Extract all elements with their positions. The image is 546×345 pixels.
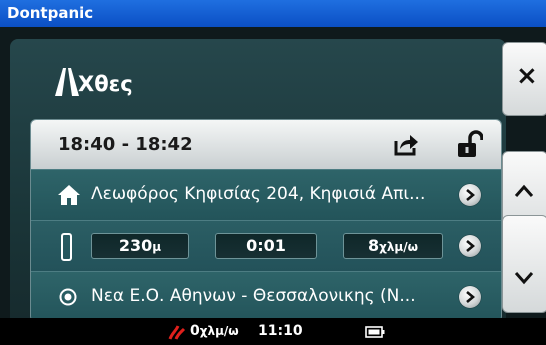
distance-unit: μ (152, 240, 162, 254)
route-bar-icon (61, 233, 72, 261)
window-title-bar: Dontpanic (0, 0, 546, 27)
trip-card-header: 18:40 - 18:42 (31, 120, 501, 169)
duration-stat: 0:01 (215, 233, 317, 259)
status-speed-unit: χλμ/ω (199, 324, 239, 338)
home-icon (58, 185, 80, 205)
close-button[interactable]: × (502, 42, 546, 116)
trip-stats-row[interactable]: 230μ 0:01 8χλμ/ω (31, 220, 501, 271)
unlock-icon[interactable] (457, 130, 483, 158)
chevron-right-icon (466, 189, 475, 201)
status-clock: 11:10 (258, 323, 303, 339)
close-icon: × (516, 61, 538, 91)
trip-destination-row[interactable]: Νεα Ε.Ο. Αθηνων - Θεσσαλονικης (Ν... (31, 271, 501, 321)
panel-title: Χθες (78, 72, 133, 96)
status-speed-value: 0 (190, 323, 200, 339)
stats-details-button[interactable] (459, 235, 481, 257)
speed-unit: χλμ/ω (379, 240, 419, 254)
origin-details-button[interactable] (459, 184, 481, 206)
chevron-right-icon (466, 240, 475, 252)
target-icon (59, 288, 77, 306)
battery-icon (365, 326, 385, 338)
up-chevron-icon (514, 184, 534, 197)
down-chevron-icon (514, 272, 534, 285)
status-speed: 0χλμ/ω (190, 318, 239, 345)
status-bar: 0χλμ/ω 11:10 (0, 318, 546, 345)
chevron-right-icon (466, 291, 475, 303)
trip-origin-row[interactable]: Λεωφόρος Κηφισίας 204, Κηφισιά Απι... (31, 169, 501, 220)
trip-card: 18:40 - 18:42 Λεωφόρος Κηφισίας 204, Κηφ… (30, 119, 502, 322)
distance-stat: 230μ (91, 233, 189, 259)
trip-destination-label: Νεα Ε.Ο. Αθηνων - Θεσσαλονικης (Ν... (91, 286, 416, 306)
trip-origin-label: Λεωφόρος Κηφισίας 204, Κηφισιά Απι... (91, 184, 426, 204)
scroll-down-button[interactable] (502, 215, 546, 313)
distance-value: 230 (118, 236, 153, 255)
speed-icon (168, 325, 186, 340)
trips-panel: Χθες 18:40 - 18:42 Λεωφόρος Κηφισίας 204… (10, 39, 506, 337)
speed-stat: 8χλμ/ω (343, 233, 443, 259)
speed-value: 8 (367, 236, 380, 255)
destination-details-button[interactable] (459, 286, 481, 308)
trip-time-range: 18:40 - 18:42 (58, 134, 193, 155)
window-title: Dontpanic (7, 4, 94, 22)
share-icon[interactable] (393, 132, 419, 156)
app-screen: Χθες 18:40 - 18:42 Λεωφόρος Κηφισίας 204… (0, 27, 546, 345)
